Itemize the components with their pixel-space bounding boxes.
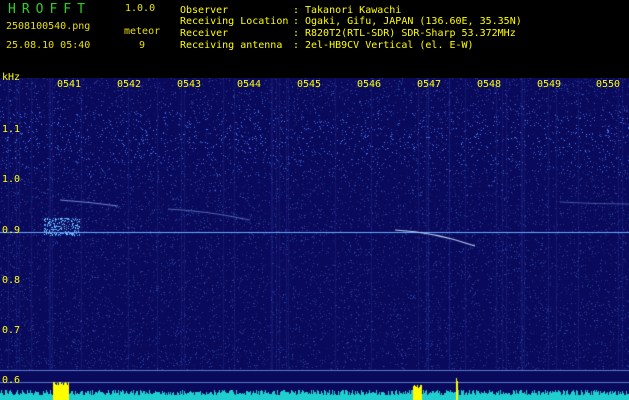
meteor-count-value: 9	[139, 40, 146, 51]
info-label-location: Receiving Location	[180, 16, 289, 27]
info-label-receiver: Receiver	[180, 28, 229, 39]
info-colon: :	[293, 28, 300, 39]
meteor-count-label: meteor	[124, 26, 161, 37]
x-tick-label: 0548	[477, 79, 502, 90]
info-value-antenna: 2el-HB9CV Vertical (el. E-W)	[305, 40, 474, 51]
x-tick-label: 0542	[117, 79, 142, 90]
app-version: 1.0.0	[125, 3, 156, 14]
info-colon: :	[293, 40, 300, 51]
x-tick-label: 0546	[357, 79, 382, 90]
x-tick-label: 0545	[297, 79, 322, 90]
y-tick-label: 1.0	[2, 174, 21, 185]
date-time: 25.08.10 05:40	[6, 40, 91, 51]
file-name: 2508100540.png	[6, 21, 91, 32]
y-tick-label: 0.9	[2, 225, 21, 236]
info-value-location: Ogaki, Gifu, JAPAN (136.60E, 35.35N)	[305, 16, 522, 27]
y-tick-label: 1.1	[2, 124, 21, 135]
x-tick-label: 0544	[237, 79, 262, 90]
y-tick-label: 0.7	[2, 325, 21, 336]
x-tick-label: 0549	[537, 79, 562, 90]
info-value-receiver: R820T2(RTL-SDR) SDR-Sharp 53.372MHz	[305, 28, 516, 39]
x-tick-label: 0550	[596, 79, 621, 90]
y-tick-label: 0.8	[2, 275, 21, 286]
info-colon: :	[293, 16, 300, 27]
info-colon: :	[293, 5, 300, 16]
spectrogram-canvas	[0, 78, 629, 400]
y-axis-unit-label: kHz	[2, 72, 21, 83]
x-tick-label: 0543	[177, 79, 202, 90]
hrofft-window: HROFFT 1.0.0 2508100540.png 25.08.10 05:…	[0, 0, 629, 400]
x-tick-label: 0541	[57, 79, 82, 90]
app-name: HROFFT	[8, 2, 91, 17]
info-value-observer: Takanori Kawachi	[305, 5, 402, 16]
x-tick-label: 0547	[417, 79, 442, 90]
info-label-antenna: Receiving antenna	[180, 40, 283, 51]
info-label-observer: Observer	[180, 5, 229, 16]
y-tick-label: 0.6	[2, 375, 21, 386]
